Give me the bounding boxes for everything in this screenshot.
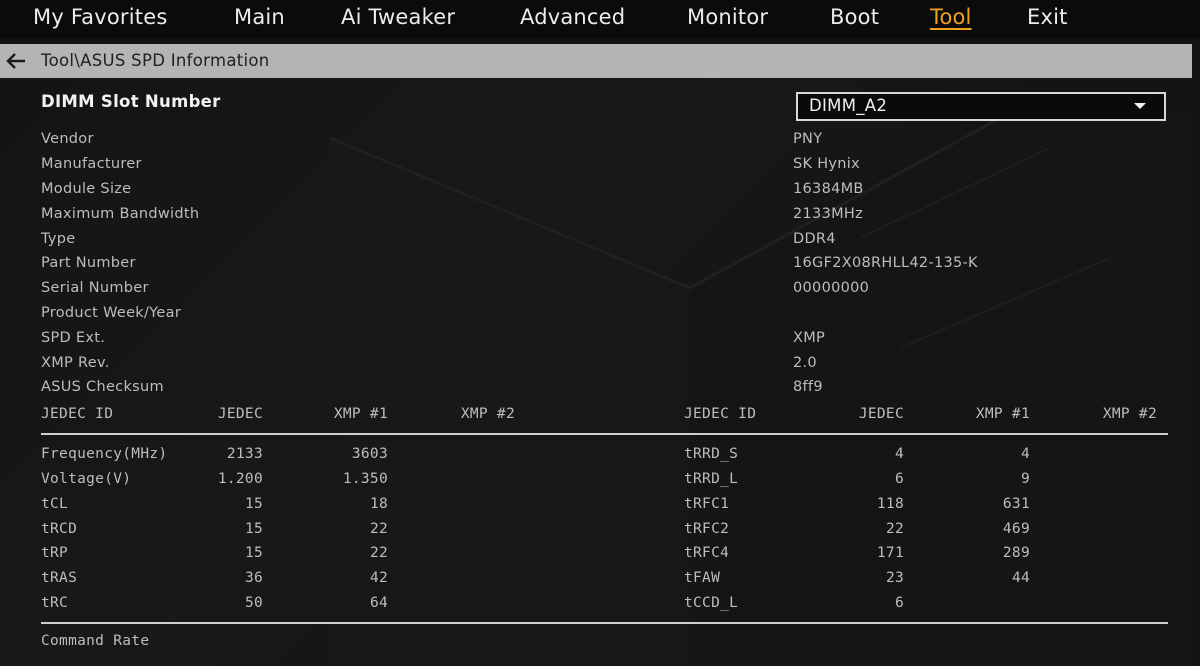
info-value-spd-ext: XMP (793, 330, 826, 346)
timing-name: Voltage(V) (41, 471, 132, 487)
breadcrumb-path: Tool\ASUS SPD Information (41, 51, 270, 70)
header-xmp1-left: XMP #1 (333, 406, 388, 422)
timing-jedec: 36 (244, 570, 263, 586)
timing-jedec: 23 (885, 570, 904, 586)
header-xmp2-left: XMP #2 (460, 406, 515, 422)
tab-advanced[interactable]: Advanced (520, 5, 625, 29)
info-label-part-number: Part Number (41, 255, 136, 271)
tab-boot[interactable]: Boot (830, 5, 879, 29)
info-label-product-week-year: Product Week/Year (41, 305, 182, 321)
timing-name: tRRD_L (684, 471, 739, 487)
dimm-slot-select[interactable]: DIMM_A2 (796, 92, 1166, 121)
header-jedec-left: JEDEC (217, 406, 263, 422)
tab-ai-tweaker[interactable]: Ai Tweaker (341, 5, 455, 29)
timing-xmp1: 44 (1011, 570, 1030, 586)
info-value-vendor: PNY (793, 131, 823, 147)
timing-xmp1: 18 (369, 496, 388, 512)
timing-jedec: 118 (876, 496, 904, 512)
info-value-type: DDR4 (793, 231, 836, 247)
dimm-slot-value: DIMM_A2 (809, 96, 888, 115)
timing-xmp1: 22 (369, 521, 388, 537)
info-label-vendor: Vendor (41, 131, 94, 147)
info-value-max-bandwidth: 2133MHz (793, 206, 864, 222)
timing-name: tRRD_S (684, 446, 739, 462)
timing-jedec: 6 (894, 471, 904, 487)
timing-name: tRC (41, 595, 69, 611)
info-value-part-number: 16GF2X08RHLL42-135-K (793, 255, 978, 271)
timing-xmp1: 469 (1002, 521, 1030, 537)
timing-jedec: 22 (885, 521, 904, 537)
table-divider-bottom (41, 622, 1168, 624)
table-divider-top (41, 433, 1168, 435)
command-rate-label: Command Rate (41, 633, 150, 649)
dimm-slot-label: DIMM Slot Number (41, 92, 221, 111)
timing-jedec: 1.200 (217, 471, 263, 487)
timing-name: tRCD (41, 521, 78, 537)
header-xmp2-right: XMP #2 (1102, 406, 1157, 422)
chevron-down-icon (1134, 103, 1146, 109)
timing-name: tRAS (41, 570, 78, 586)
timing-xmp1: 22 (369, 545, 388, 561)
tab-main[interactable]: Main (234, 5, 285, 29)
tab-my-favorites[interactable]: My Favorites (33, 5, 167, 29)
header-jedec-id-right: JEDEC ID (684, 406, 757, 422)
info-label-xmp-rev: XMP Rev. (41, 355, 110, 371)
timing-name: Frequency(MHz) (41, 446, 168, 462)
tab-exit[interactable]: Exit (1027, 5, 1068, 29)
info-value-serial-number: 00000000 (793, 280, 870, 296)
timing-name: tCCD_L (684, 595, 739, 611)
header-xmp1-right: XMP #1 (975, 406, 1030, 422)
timing-xmp1: 42 (369, 570, 388, 586)
timing-jedec: 15 (244, 521, 263, 537)
info-label-serial-number: Serial Number (41, 280, 149, 296)
info-label-type: Type (41, 231, 76, 247)
header-jedec-right: JEDEC (858, 406, 904, 422)
back-arrow-icon[interactable] (4, 46, 28, 76)
timing-xmp1: 64 (369, 595, 388, 611)
spd-info-panel: DIMM Slot Number DIMM_A2 Vendor PNY Manu… (0, 78, 1192, 666)
info-value-module-size: 16384MB (793, 181, 864, 197)
timing-name: tFAW (684, 570, 721, 586)
timing-jedec: 171 (876, 545, 904, 561)
tab-tool[interactable]: Tool (930, 5, 972, 29)
info-label-max-bandwidth: Maximum Bandwidth (41, 206, 200, 222)
timing-name: tRFC1 (684, 496, 730, 512)
breadcrumb: Tool\ASUS SPD Information (0, 44, 1192, 78)
timing-jedec: 15 (244, 545, 263, 561)
info-label-manufacturer: Manufacturer (41, 156, 142, 172)
timing-name: tCL (41, 496, 69, 512)
timing-jedec: 2133 (226, 446, 263, 462)
header-jedec-id-left: JEDEC ID (41, 406, 114, 422)
timing-name: tRP (41, 545, 69, 561)
timing-jedec: 15 (244, 496, 263, 512)
timing-name: tRFC2 (684, 521, 730, 537)
timing-jedec: 4 (894, 446, 904, 462)
timing-xmp1: 289 (1002, 545, 1030, 561)
timing-xmp1: 4 (1020, 446, 1030, 462)
tab-monitor[interactable]: Monitor (687, 5, 768, 29)
timing-jedec: 50 (244, 595, 263, 611)
timing-xmp1: 631 (1002, 496, 1030, 512)
timing-name: tRFC4 (684, 545, 730, 561)
info-label-asus-checksum: ASUS Checksum (41, 379, 164, 395)
info-value-asus-checksum: 8ff9 (793, 379, 823, 395)
top-nav: My Favorites Main Ai Tweaker Advanced Mo… (0, 0, 1200, 38)
timing-xmp1: 3603 (351, 446, 388, 462)
info-label-spd-ext: SPD Ext. (41, 330, 106, 346)
info-label-module-size: Module Size (41, 181, 132, 197)
info-value-xmp-rev: 2.0 (793, 355, 817, 371)
info-value-manufacturer: SK Hynix (793, 156, 861, 172)
timing-xmp1: 9 (1020, 471, 1030, 487)
timing-xmp1: 1.350 (342, 471, 388, 487)
timing-jedec: 6 (894, 595, 904, 611)
